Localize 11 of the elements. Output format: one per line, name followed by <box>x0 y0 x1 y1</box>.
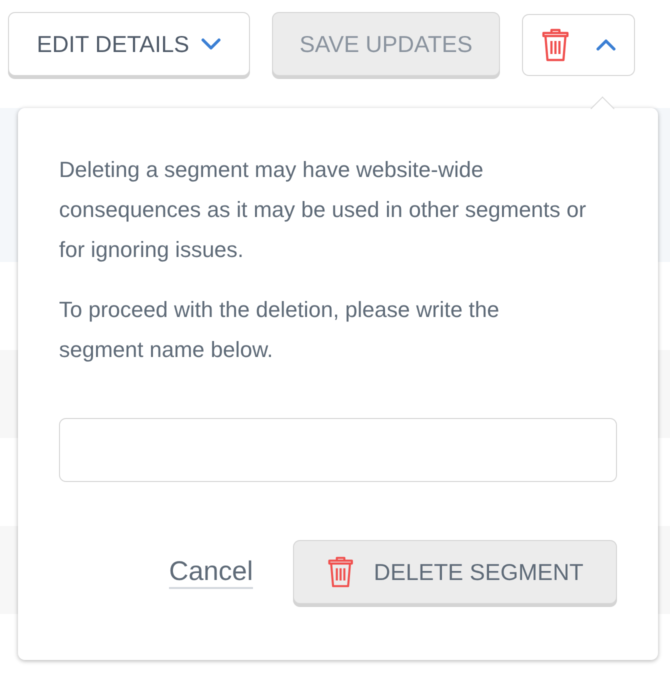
edit-details-button[interactable]: EDIT DETAILS <box>8 12 250 76</box>
segment-name-field[interactable] <box>59 418 617 482</box>
trash-icon <box>326 556 354 588</box>
chevron-up-icon <box>596 39 616 51</box>
delete-segment-button[interactable]: DELETE SEGMENT <box>293 540 617 604</box>
warning-text: To proceed with the deletion, please write the segment name below. <box>59 296 500 364</box>
chevron-down-icon <box>201 38 222 50</box>
cancel-link[interactable]: Cancel <box>168 555 253 589</box>
delete-toggle-button[interactable] <box>522 14 635 76</box>
trash-icon <box>541 28 570 62</box>
warning-text: Deleting a segment may have website-wide consequences as it may be used in other segments or for ignoring issues. <box>59 156 588 264</box>
